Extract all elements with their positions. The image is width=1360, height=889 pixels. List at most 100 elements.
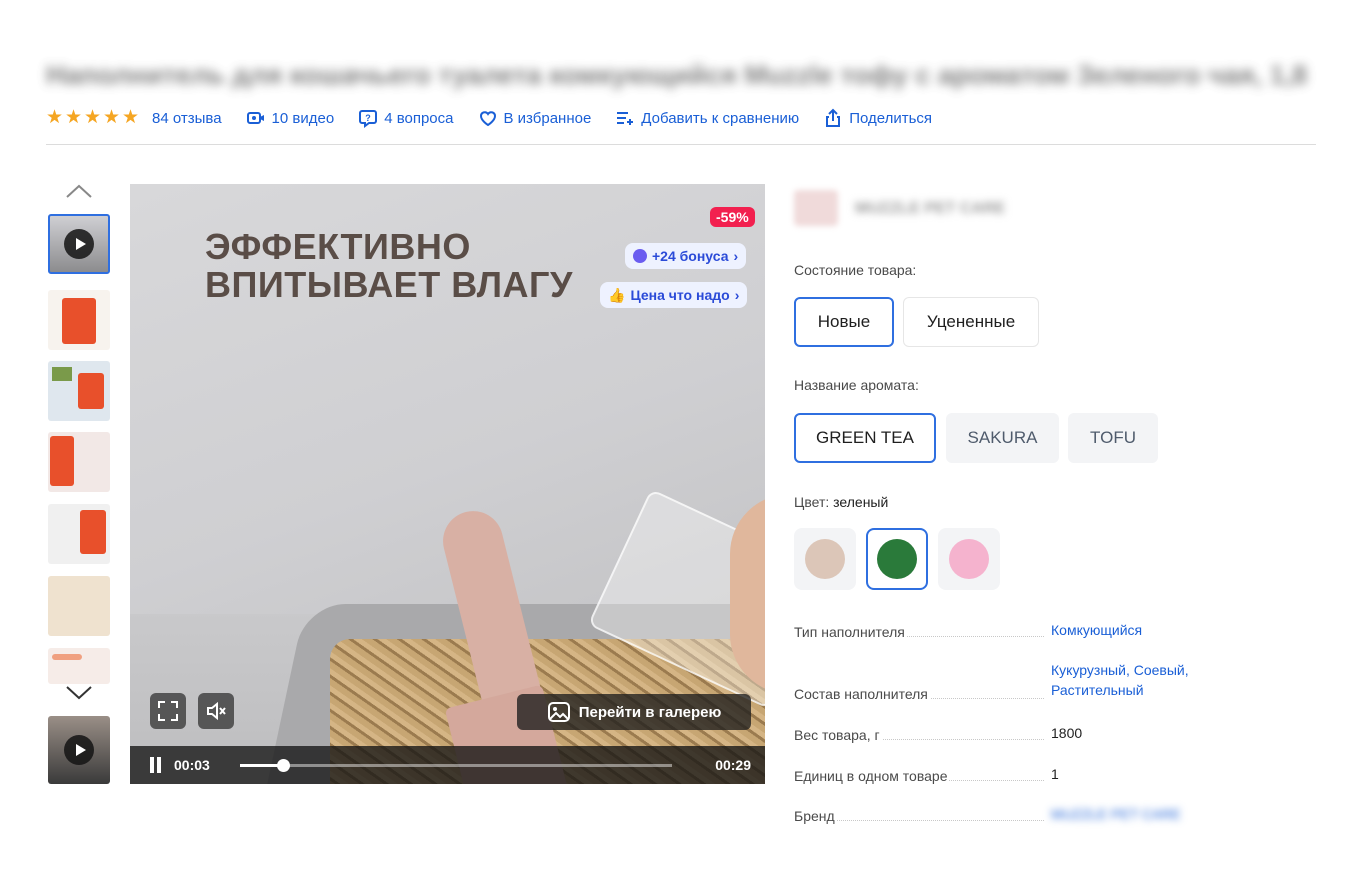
thumbs-up-icon: 👍 xyxy=(608,286,626,303)
compare-link[interactable]: Добавить к сравнению xyxy=(615,108,799,128)
video-progress-knob[interactable] xyxy=(277,758,290,772)
texture-swatch xyxy=(52,367,72,381)
spec-value[interactable]: Комкующийся xyxy=(1051,620,1142,640)
header-divider xyxy=(46,144,1316,145)
condition-label: Состояние товара: xyxy=(794,262,917,278)
gallery-image-icon xyxy=(547,702,570,722)
color-dot xyxy=(877,539,917,579)
spec-row: Вес товара, г 1800 xyxy=(794,723,1234,743)
video-headline: ЭФФЕКТИВНО ВПИТЫВАЕТ ВЛАГУ xyxy=(205,228,573,304)
compare-label: Добавить к сравнению xyxy=(641,109,800,127)
chevron-down-icon[interactable] xyxy=(64,682,94,702)
spec-value[interactable]: Кукурузный, Соевый, Растительный xyxy=(1051,660,1189,700)
video-camera-icon xyxy=(246,112,264,124)
condition-option-new[interactable]: Новые xyxy=(794,297,894,347)
thumbnail-video-8[interactable] xyxy=(48,716,110,784)
bonus-pill-label: +24 бонуса xyxy=(652,248,729,264)
spec-row: Тип наполнителя Комкующийся xyxy=(794,620,1234,640)
thumbnail-image-4[interactable] xyxy=(48,432,110,492)
questions-label: 4 вопроса xyxy=(384,109,454,127)
product-pack-image xyxy=(80,510,106,554)
fullscreen-button[interactable] xyxy=(150,693,186,729)
star-icon: ★ xyxy=(65,107,83,128)
video-progress-track[interactable] xyxy=(239,758,672,772)
thumbnail-image-3[interactable] xyxy=(48,361,110,421)
favorite-link[interactable]: В избранное xyxy=(478,108,592,128)
condition-option-discounted[interactable]: Уцененные xyxy=(903,297,1039,347)
star-icon: ★ xyxy=(103,107,121,128)
thumbnail-image-6[interactable] xyxy=(48,576,110,636)
product-pack-image xyxy=(78,373,104,409)
thumbnail-image-2[interactable] xyxy=(48,290,110,350)
video-headline-line2: ВПИТЫВАЕТ ВЛАГУ xyxy=(205,264,573,305)
half-star-icon: ★ xyxy=(122,107,140,128)
color-value: зеленый xyxy=(833,494,889,510)
discount-badge: -59% xyxy=(710,207,755,227)
go-to-gallery-label: Перейти в галерею xyxy=(578,703,722,721)
color-swatch-pink[interactable] xyxy=(938,528,1000,590)
share-icon xyxy=(826,108,841,127)
spec-name: Тип наполнителя xyxy=(794,624,907,640)
color-dot xyxy=(805,539,845,579)
chevron-up-icon[interactable] xyxy=(64,182,94,202)
play-icon xyxy=(64,735,94,765)
svg-text:?: ? xyxy=(365,113,371,123)
spec-row: Единиц в одном товаре 1 xyxy=(794,764,1234,784)
total-time: 00:29 xyxy=(715,757,751,773)
color-label-row: Цвет: зеленый xyxy=(794,494,888,510)
price-pill[interactable]: 👍 Цена что надо › xyxy=(600,282,748,308)
share-link[interactable]: Поделиться xyxy=(823,108,932,128)
share-label: Поделиться xyxy=(849,109,933,127)
color-dot xyxy=(949,539,989,579)
questions-link[interactable]: ? 4 вопроса xyxy=(358,108,454,128)
bonus-pill[interactable]: +24 бонуса › xyxy=(625,243,747,269)
aroma-option-sakura[interactable]: SAKURA xyxy=(946,413,1059,463)
aroma-option-tofu[interactable]: TOFU xyxy=(1068,413,1158,463)
product-title: Наполнитель для кошачьего туалета комкую… xyxy=(46,60,1308,90)
aroma-option-green-tea[interactable]: GREEN TEA xyxy=(794,413,936,463)
rating-stars[interactable]: ★ ★ ★ ★ ★ xyxy=(46,107,140,128)
color-swatch-green[interactable] xyxy=(866,528,928,590)
bonus-coin-icon xyxy=(633,249,647,263)
product-pack-image xyxy=(62,298,96,344)
color-swatch-beige[interactable] xyxy=(794,528,856,590)
video-controls: 00:03 00:29 xyxy=(130,746,765,784)
speaker-muted-icon xyxy=(207,701,226,721)
mute-button[interactable] xyxy=(198,693,234,729)
product-pack-image xyxy=(50,436,74,486)
video-headline-line1: ЭФФЕКТИВНО xyxy=(205,226,471,267)
reviews-link[interactable]: 84 отзыва xyxy=(152,110,222,127)
thumbnail-image-5[interactable] xyxy=(48,504,110,564)
spec-name: Вес товара, г xyxy=(794,727,882,743)
aroma-label: Название аромата: xyxy=(794,377,919,393)
spec-value: 1800 xyxy=(1051,725,1083,741)
thumbnail-video-1[interactable] xyxy=(48,214,110,274)
videos-link[interactable]: 10 видео xyxy=(246,108,335,128)
product-meta-row: ★ ★ ★ ★ ★ 84 отзыва 10 видео ? 4 вопроса… xyxy=(46,107,956,129)
fullscreen-icon xyxy=(158,701,178,721)
question-bubble-icon: ? xyxy=(359,110,378,128)
compare-list-icon xyxy=(617,112,634,125)
pause-icon[interactable] xyxy=(148,757,166,773)
chevron-right-icon: › xyxy=(733,248,739,264)
spec-name: Бренд xyxy=(794,808,837,824)
current-time: 00:03 xyxy=(174,757,210,773)
product-pack-image xyxy=(52,654,82,660)
heart-icon xyxy=(479,111,496,127)
favorite-label: В избранное xyxy=(503,109,592,127)
videos-label: 10 видео xyxy=(271,109,335,127)
reviews-label: 84 отзыва xyxy=(152,109,222,127)
spec-value[interactable]: MUZZLE PET CARE xyxy=(1051,804,1181,824)
spec-value-line2: Растительный xyxy=(1051,682,1144,698)
spec-name: Единиц в одном товаре xyxy=(794,768,950,784)
brand-name[interactable]: MUZZLE PET CARE xyxy=(855,200,1005,218)
play-icon xyxy=(64,229,94,259)
spec-value: 1 xyxy=(1051,766,1059,782)
thumbnail-image-7[interactable] xyxy=(48,648,110,684)
color-label: Цвет: xyxy=(794,494,830,510)
spec-value-line1: Кукурузный, Соевый, xyxy=(1051,662,1189,678)
go-to-gallery-button[interactable]: Перейти в галерею xyxy=(517,694,751,730)
spec-row: Состав наполнителя Кукурузный, Соевый, Р… xyxy=(794,660,1234,702)
brand-logo[interactable] xyxy=(794,190,838,226)
price-pill-label: Цена что надо xyxy=(630,287,730,303)
